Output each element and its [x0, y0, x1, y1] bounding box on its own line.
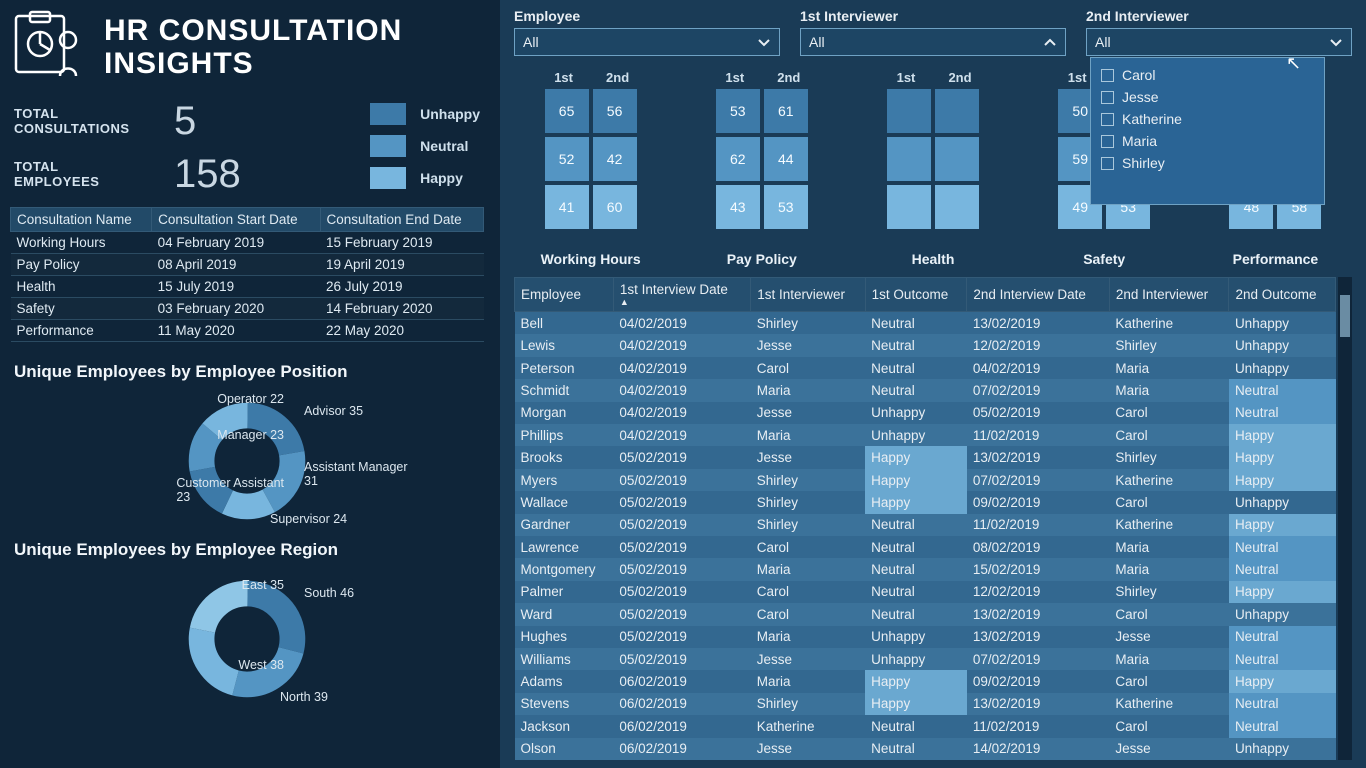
- table-row[interactable]: Adams06/02/2019MariaHappy09/02/2019Carol…: [515, 670, 1336, 692]
- table-row[interactable]: Performance11 May 202022 May 2020: [11, 320, 484, 342]
- column-header[interactable]: 2nd Outcome: [1229, 278, 1336, 312]
- table-row[interactable]: Bell04/02/2019ShirleyNeutral13/02/2019Ka…: [515, 312, 1336, 335]
- table-row[interactable]: Schmidt04/02/2019MariaNeutral07/02/2019M…: [515, 379, 1336, 401]
- outcome-cell[interactable]: [887, 185, 931, 229]
- table-row[interactable]: Lewis04/02/2019JesseNeutral12/02/2019Shi…: [515, 334, 1336, 356]
- outcome-cell[interactable]: [887, 137, 931, 181]
- table-row[interactable]: Stevens06/02/2019ShirleyHappy13/02/2019K…: [515, 693, 1336, 715]
- chart-title-position: Unique Employees by Employee Position: [14, 362, 484, 382]
- slicer-1st-interviewer: 1st Interviewer All ↖ Carol Jesse Kather…: [800, 8, 1066, 56]
- outcome-cell[interactable]: 56: [593, 89, 637, 133]
- table-row[interactable]: Safety03 February 202014 February 2020: [11, 298, 484, 320]
- table-row[interactable]: Wallace05/02/2019ShirleyHappy09/02/2019C…: [515, 491, 1336, 513]
- swatch-unhappy: [370, 103, 406, 125]
- donut-chart-region[interactable]: East 35 West 38 South 46 North 39: [10, 564, 484, 714]
- checkbox-icon[interactable]: [1101, 69, 1114, 82]
- option-jesse[interactable]: Jesse: [1097, 86, 1318, 108]
- kpi-total-consultations: TOTALCONSULTATIONS 5: [14, 99, 241, 144]
- table-row[interactable]: Montgomery05/02/2019MariaNeutral15/02/20…: [515, 558, 1336, 580]
- page-title: HR CONSULTATION INSIGHTS: [104, 14, 402, 80]
- column-header[interactable]: Employee: [515, 278, 614, 312]
- outcome-cell[interactable]: 42: [593, 137, 637, 181]
- swatch-happy: [370, 167, 406, 189]
- table-row[interactable]: Williams05/02/2019JesseUnhappy07/02/2019…: [515, 648, 1336, 670]
- slicer-employee: Employee All: [514, 8, 780, 56]
- table-row[interactable]: Health15 July 201926 July 2019: [11, 276, 484, 298]
- table-row[interactable]: Morgan04/02/2019JesseUnhappy05/02/2019Ca…: [515, 402, 1336, 424]
- report-icon: [10, 10, 90, 83]
- chevron-down-icon: [757, 35, 771, 49]
- outcome-cell[interactable]: [887, 89, 931, 133]
- table-row[interactable]: Peterson04/02/2019CarolNeutral04/02/2019…: [515, 357, 1336, 379]
- outcome-cell[interactable]: 44: [764, 137, 808, 181]
- column-header[interactable]: 2nd Interview Date: [967, 278, 1110, 312]
- table-scrollbar[interactable]: [1338, 277, 1352, 760]
- outcome-cell[interactable]: 53: [716, 89, 760, 133]
- slicer-1st-interviewer-dropdown[interactable]: All: [800, 28, 1066, 56]
- chart-title-region: Unique Employees by Employee Region: [14, 540, 484, 560]
- outcome-cell[interactable]: 52: [545, 137, 589, 181]
- consultations-table[interactable]: Consultation Name Consultation Start Dat…: [10, 207, 484, 342]
- tile-column: 1st2nd655652424160Working Hours: [514, 70, 667, 267]
- checkbox-icon[interactable]: [1101, 157, 1114, 170]
- outcome-cell[interactable]: 41: [545, 185, 589, 229]
- kpi-total-employees: TOTALEMPLOYEES 158: [14, 152, 241, 197]
- table-row[interactable]: Brooks05/02/2019JesseHappy13/02/2019Shir…: [515, 446, 1336, 468]
- scrollbar-thumb[interactable]: [1340, 295, 1350, 337]
- cursor-icon: ↖: [1286, 53, 1301, 74]
- slicer-2nd-interviewer: 2nd Interviewer All: [1086, 8, 1352, 56]
- outcome-cell[interactable]: [935, 89, 979, 133]
- table-row[interactable]: Working Hours04 February 201915 February…: [11, 232, 484, 254]
- checkbox-icon[interactable]: [1101, 113, 1114, 126]
- table-row[interactable]: Myers05/02/2019ShirleyHappy07/02/2019Kat…: [515, 469, 1336, 491]
- outcome-cell[interactable]: 62: [716, 137, 760, 181]
- outcome-cell[interactable]: 60: [593, 185, 637, 229]
- table-row[interactable]: Jackson06/02/2019KatherineNeutral11/02/2…: [515, 715, 1336, 737]
- dashboard-header: HR CONSULTATION INSIGHTS: [10, 10, 484, 83]
- option-carol[interactable]: Carol: [1097, 64, 1318, 86]
- tile-column: 1st2ndHealth: [856, 70, 1009, 267]
- interview-table[interactable]: Employee1st Interview Date▲1st Interview…: [514, 277, 1336, 760]
- donut-chart-position[interactable]: Operator 22 Manager 23 Customer Assistan…: [10, 386, 484, 536]
- option-shirley[interactable]: Shirley: [1097, 152, 1318, 174]
- table-row[interactable]: Palmer05/02/2019CarolNeutral12/02/2019Sh…: [515, 581, 1336, 603]
- table-row[interactable]: Hughes05/02/2019MariaUnhappy13/02/2019Je…: [515, 626, 1336, 648]
- checkbox-icon[interactable]: [1101, 135, 1114, 148]
- option-katherine[interactable]: Katherine: [1097, 108, 1318, 130]
- column-header[interactable]: 1st Interviewer: [751, 278, 865, 312]
- outcome-cell[interactable]: [935, 185, 979, 229]
- slicer-employee-dropdown[interactable]: All: [514, 28, 780, 56]
- outcome-cell[interactable]: 43: [716, 185, 760, 229]
- chevron-down-icon: [1329, 35, 1343, 49]
- tile-column: 1st2nd536162444353Pay Policy: [685, 70, 838, 267]
- column-header[interactable]: 2nd Interviewer: [1109, 278, 1229, 312]
- swatch-neutral: [370, 135, 406, 157]
- slicer-2nd-interviewer-dropdown[interactable]: All: [1086, 28, 1352, 56]
- outcome-cell[interactable]: [935, 137, 979, 181]
- column-header[interactable]: 1st Interview Date▲: [613, 278, 750, 312]
- chevron-up-icon: [1043, 35, 1057, 49]
- option-maria[interactable]: Maria: [1097, 130, 1318, 152]
- sentiment-legend: Unhappy Neutral Happy: [370, 103, 480, 197]
- column-header[interactable]: 1st Outcome: [865, 278, 967, 312]
- table-row[interactable]: Olson06/02/2019JesseNeutral14/02/2019Jes…: [515, 738, 1336, 760]
- outcome-cell[interactable]: 65: [545, 89, 589, 133]
- table-row[interactable]: Pay Policy08 April 201919 April 2019: [11, 254, 484, 276]
- table-row[interactable]: Lawrence05/02/2019CarolNeutral08/02/2019…: [515, 536, 1336, 558]
- table-row[interactable]: Gardner05/02/2019ShirleyNeutral11/02/201…: [515, 514, 1336, 536]
- outcome-cell[interactable]: 53: [764, 185, 808, 229]
- table-row[interactable]: Ward05/02/2019CarolNeutral13/02/2019Caro…: [515, 603, 1336, 625]
- checkbox-icon[interactable]: [1101, 91, 1114, 104]
- table-row[interactable]: Phillips04/02/2019MariaUnhappy11/02/2019…: [515, 424, 1336, 446]
- interviewer1-options-popup: Carol Jesse Katherine Maria Shirley: [1090, 57, 1325, 205]
- outcome-cell[interactable]: 61: [764, 89, 808, 133]
